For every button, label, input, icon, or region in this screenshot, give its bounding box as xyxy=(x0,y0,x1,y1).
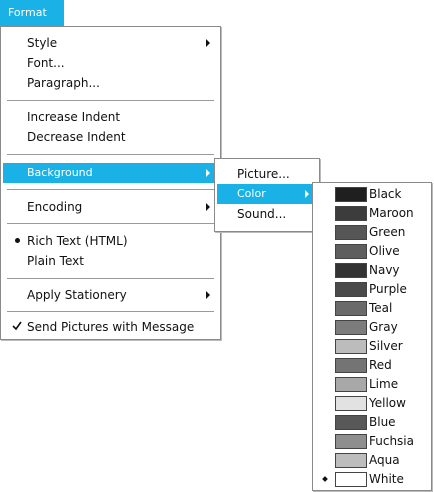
menu-item-rich-text[interactable]: Rich Text (HTML) xyxy=(3,231,218,251)
menu-item-background[interactable]: Background xyxy=(3,163,218,183)
menu-separator xyxy=(7,311,214,313)
menu-item-label: Font... xyxy=(27,56,65,70)
checkmark-icon xyxy=(12,321,22,331)
menu-item-label: Plain Text xyxy=(27,254,84,268)
menu-item-label: Sound... xyxy=(237,207,287,221)
menu-item-decrease-indent[interactable]: Decrease Indent xyxy=(3,127,218,147)
color-item-purple[interactable]: Purple xyxy=(315,280,429,299)
color-item-gray[interactable]: Gray xyxy=(315,318,429,337)
color-item-silver[interactable]: Silver xyxy=(315,337,429,356)
menu-item-label: Apply Stationery xyxy=(27,288,127,302)
color-label: Purple xyxy=(369,282,407,296)
color-swatch xyxy=(335,244,367,259)
menu-item-label: Paragraph... xyxy=(27,76,100,90)
color-item-green[interactable]: Green xyxy=(315,223,429,242)
menu-item-label: Picture... xyxy=(237,167,290,181)
submenu-arrow-icon xyxy=(206,169,210,177)
menu-item-label: Increase Indent xyxy=(27,110,121,124)
menu-item-label: Rich Text (HTML) xyxy=(27,234,128,248)
color-swatch xyxy=(335,339,367,354)
format-menu: Style Font... Paragraph... Increase Inde… xyxy=(0,26,221,340)
menu-item-sound[interactable]: Sound... xyxy=(217,204,317,224)
color-label: Olive xyxy=(369,244,400,258)
menu-separator xyxy=(7,278,214,280)
color-label: Gray xyxy=(369,320,398,334)
menu-item-increase-indent[interactable]: Increase Indent xyxy=(3,107,218,127)
submenu-arrow-icon xyxy=(206,203,210,211)
color-swatch xyxy=(335,320,367,335)
color-swatch xyxy=(335,263,367,278)
color-label: Fuchsia xyxy=(369,434,414,448)
color-swatch xyxy=(335,434,367,449)
color-item-aqua[interactable]: Aqua xyxy=(315,451,429,470)
color-label: Black xyxy=(369,187,402,201)
color-item-navy[interactable]: Navy xyxy=(315,261,429,280)
menu-item-style[interactable]: Style xyxy=(3,33,218,53)
color-swatch xyxy=(335,225,367,240)
selected-diamond-icon xyxy=(322,476,328,482)
color-label: Navy xyxy=(369,263,400,277)
color-swatch xyxy=(335,282,367,297)
menu-item-font[interactable]: Font... xyxy=(3,53,218,73)
submenu-arrow-icon xyxy=(206,39,210,47)
color-label: Teal xyxy=(369,301,393,315)
menu-item-picture[interactable]: Picture... xyxy=(217,164,317,184)
color-label: White xyxy=(369,472,404,486)
color-item-fuchsia[interactable]: Fuchsia xyxy=(315,432,429,451)
color-label: Silver xyxy=(369,339,403,353)
color-swatch xyxy=(335,358,367,373)
menu-item-send-pictures[interactable]: Send Pictures with Message xyxy=(3,317,218,337)
menu-item-label: Color xyxy=(237,187,266,200)
menu-item-apply-stationery[interactable]: Apply Stationery xyxy=(3,285,218,305)
radio-bullet-icon xyxy=(15,238,20,243)
color-swatch xyxy=(335,377,367,392)
color-item-maroon[interactable]: Maroon xyxy=(315,204,429,223)
color-label: Lime xyxy=(369,377,399,391)
color-swatch xyxy=(335,472,367,487)
menu-item-encoding[interactable]: Encoding xyxy=(3,197,218,217)
color-submenu: Black Maroon Green Olive Navy Purple Teal Gray S… xyxy=(312,182,432,491)
menu-item-color[interactable]: Color xyxy=(217,184,317,204)
menu-separator xyxy=(7,223,214,225)
menu-separator xyxy=(7,189,214,191)
submenu-arrow-icon xyxy=(305,190,309,198)
color-item-blue[interactable]: Blue xyxy=(315,413,429,432)
color-swatch xyxy=(335,301,367,316)
format-menu-title[interactable]: Format xyxy=(0,0,64,26)
menu-item-label: Encoding xyxy=(27,200,83,214)
menu-separator xyxy=(7,100,214,102)
menu-separator xyxy=(7,154,214,156)
color-label: Green xyxy=(369,225,406,239)
color-label: Red xyxy=(369,358,392,372)
color-item-olive[interactable]: Olive xyxy=(315,242,429,261)
color-swatch xyxy=(335,187,367,202)
color-item-red[interactable]: Red xyxy=(315,356,429,375)
menu-item-label: Background xyxy=(27,166,93,179)
color-item-lime[interactable]: Lime xyxy=(315,375,429,394)
color-item-white[interactable]: White xyxy=(315,470,429,489)
color-swatch xyxy=(335,415,367,430)
menu-item-label: Send Pictures with Message xyxy=(27,320,195,334)
menu-item-label: Style xyxy=(27,36,58,50)
color-item-teal[interactable]: Teal xyxy=(315,299,429,318)
color-label: Blue xyxy=(369,415,396,429)
menu-item-plain-text[interactable]: Plain Text xyxy=(3,251,218,271)
menu-item-paragraph[interactable]: Paragraph... xyxy=(3,73,218,93)
color-label: Yellow xyxy=(369,396,406,410)
color-item-black[interactable]: Black xyxy=(315,185,429,204)
submenu-arrow-icon xyxy=(206,291,210,299)
menu-item-label: Decrease Indent xyxy=(27,130,126,144)
color-swatch xyxy=(335,453,367,468)
color-swatch xyxy=(335,206,367,221)
color-item-yellow[interactable]: Yellow xyxy=(315,394,429,413)
background-submenu: Picture... Color Sound... xyxy=(214,158,320,232)
color-label: Aqua xyxy=(369,453,400,467)
color-label: Maroon xyxy=(369,206,414,220)
color-swatch xyxy=(335,396,367,411)
